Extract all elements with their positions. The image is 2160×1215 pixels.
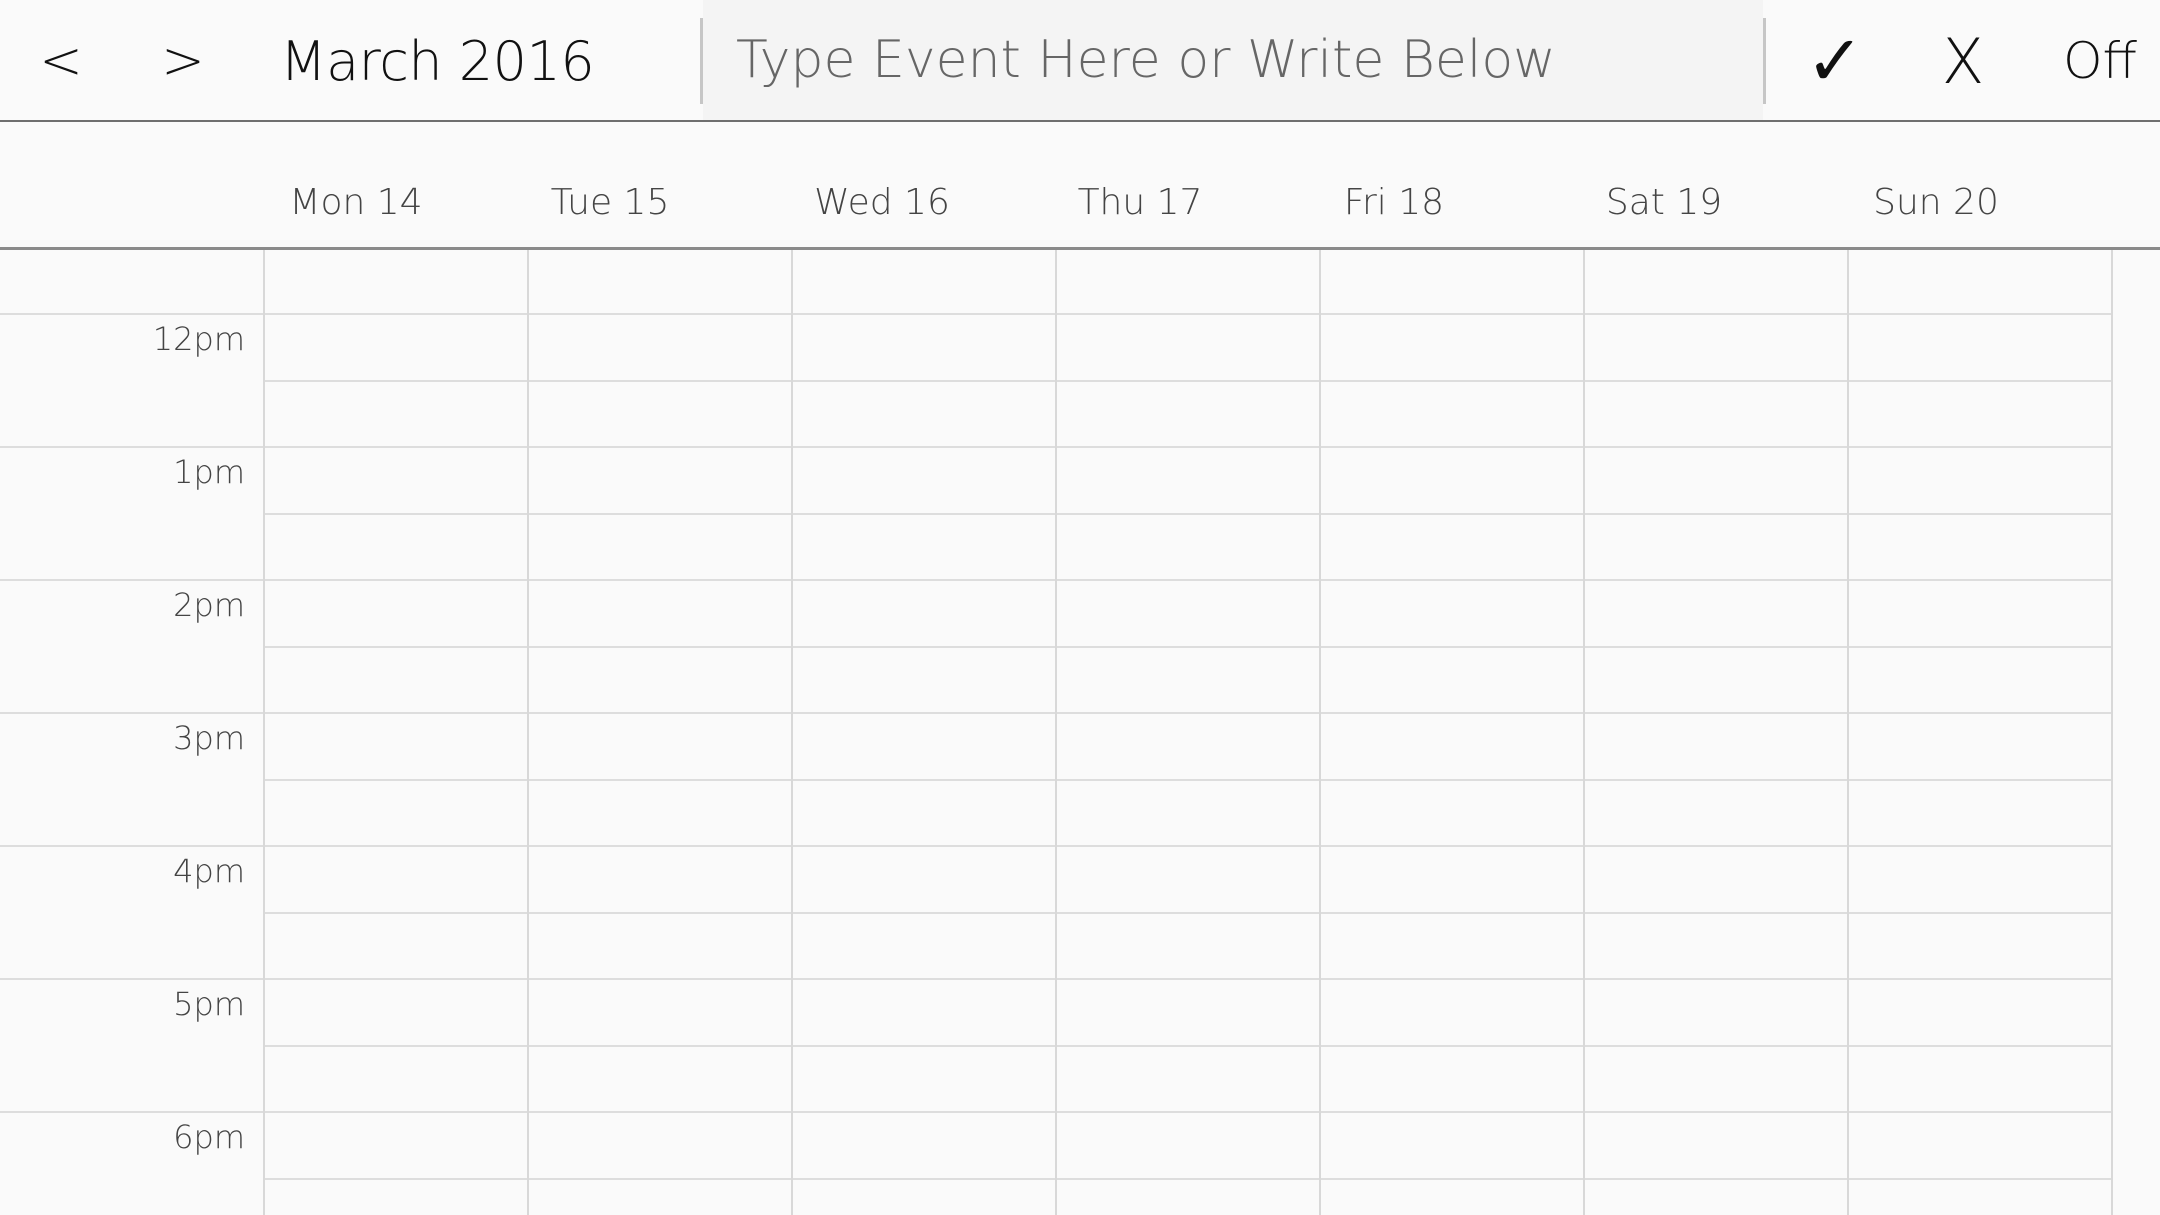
day-header-mon[interactable]: Mon 14 — [224, 182, 488, 223]
time-label-5pm: 5pm — [173, 985, 245, 1023]
day-column-divider — [527, 250, 529, 1215]
close-icon: X — [1941, 24, 1985, 98]
day-header-wed[interactable]: Wed 16 — [750, 182, 1014, 223]
cancel-button[interactable]: X — [1918, 0, 2008, 122]
checkmark-icon: ✓ — [1805, 20, 1865, 102]
time-label-12pm: 12pm — [152, 320, 245, 358]
half-hour-line — [264, 912, 2112, 914]
ink-toggle-button[interactable]: Off — [2050, 0, 2150, 122]
previous-week-button[interactable]: < — [20, 0, 102, 122]
half-hour-line — [264, 380, 2112, 382]
input-divider-left — [700, 18, 703, 104]
day-header: Mon 14 Tue 15 Wed 16 Thu 17 Fri 18 Sat 1… — [0, 122, 2160, 250]
toolbar: < > March 2016 ✓ X Off — [0, 0, 2160, 122]
chevron-left-icon: < — [39, 31, 83, 91]
day-header-sun[interactable]: Sun 20 — [1804, 182, 2068, 223]
chevron-right-icon: > — [161, 31, 205, 91]
day-header-fri[interactable]: Fri 18 — [1262, 182, 1526, 223]
time-grid[interactable]: 12pm 1pm 2pm 3pm 4pm 5pm 6pm — [0, 250, 2160, 1215]
day-column-divider — [1847, 250, 1849, 1215]
time-label-4pm: 4pm — [173, 852, 245, 890]
time-label-2pm: 2pm — [173, 586, 245, 624]
day-header-thu[interactable]: Thu 17 — [1008, 182, 1272, 223]
day-column-divider — [2111, 250, 2113, 1215]
day-column-divider — [1583, 250, 1585, 1215]
next-week-button[interactable]: > — [142, 0, 224, 122]
day-column-divider — [1055, 250, 1057, 1215]
event-input[interactable] — [736, 0, 1736, 120]
half-hour-line — [264, 1178, 2112, 1180]
day-column-divider — [791, 250, 793, 1215]
half-hour-line — [264, 779, 2112, 781]
day-header-sat[interactable]: Sat 19 — [1532, 182, 1796, 223]
input-divider-right — [1763, 18, 1766, 104]
confirm-button[interactable]: ✓ — [1790, 0, 1880, 122]
time-label-6pm: 6pm — [173, 1118, 245, 1156]
time-label-1pm: 1pm — [173, 453, 245, 491]
day-header-tue[interactable]: Tue 15 — [478, 182, 742, 223]
month-title: March 2016 — [280, 29, 595, 93]
calendar-app: < > March 2016 ✓ X Off Mon 14 Tue 15 Wed… — [0, 0, 2160, 1215]
day-column-divider — [1319, 250, 1321, 1215]
half-hour-line — [264, 1045, 2112, 1047]
half-hour-line — [264, 513, 2112, 515]
day-column-divider — [263, 250, 265, 1215]
toggle-label: Off — [2063, 32, 2137, 90]
time-label-3pm: 3pm — [173, 719, 245, 757]
half-hour-line — [264, 646, 2112, 648]
